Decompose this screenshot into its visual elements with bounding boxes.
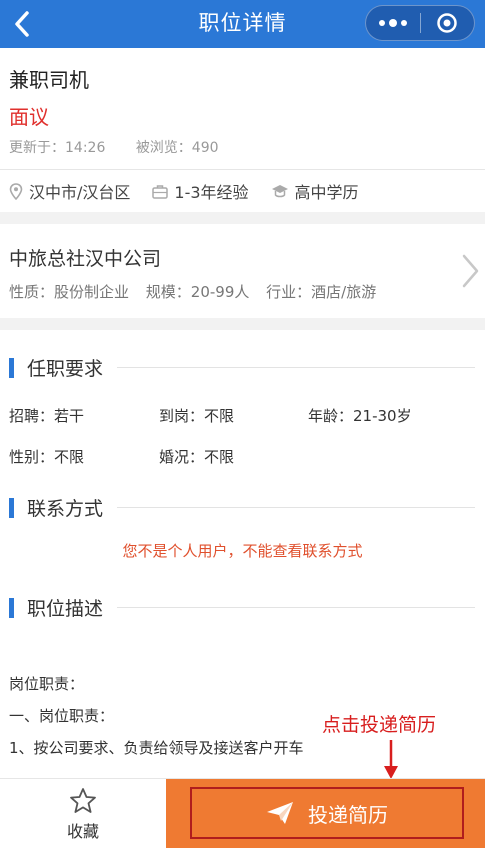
apply-resume-button[interactable]: 投递简历: [166, 779, 485, 848]
job-summary-card: 兼职司机 面议 更新于：14:26 被浏览：490 汉中市/汉台区 1-3年经验: [0, 48, 485, 212]
description-line: 岗位职责：: [9, 675, 85, 693]
company-card[interactable]: 中旅总社汉中公司 性质：股份制企业 规模：20-99人 行业：酒店/旅游: [0, 224, 485, 318]
company-industry: 行业：酒店/旅游: [266, 283, 377, 301]
location-text: 汉中市/汉台区: [29, 183, 131, 202]
annotation-arrow-icon: [384, 740, 398, 779]
heading-line: [117, 367, 475, 368]
gender-requirement: 性别：不限: [9, 448, 85, 466]
heading-accent-bar: [9, 597, 14, 618]
top-nav-bar: 职位详情: [0, 0, 485, 48]
description-heading: 职位描述: [9, 594, 475, 621]
graduation-cap-icon: [271, 185, 288, 198]
chevron-right-icon: [462, 254, 479, 288]
favorite-label: 收藏: [66, 821, 99, 841]
view-count: 被浏览：490: [135, 140, 219, 156]
contact-heading-text: 联系方式: [27, 498, 104, 520]
age-range: 年龄：21-30岁: [308, 407, 412, 425]
heading-line: [117, 607, 475, 608]
contact-heading: 联系方式: [9, 494, 475, 521]
description-heading-text: 职位描述: [27, 598, 104, 620]
bottom-action-bar: 收藏 投递简历: [0, 778, 485, 848]
briefcase-icon: [152, 184, 169, 199]
job-title: 兼职司机: [9, 68, 89, 92]
heading-line: [117, 507, 475, 508]
job-meta: 更新于：14:26 被浏览：490: [9, 137, 245, 157]
mini-program-capsule: [365, 5, 475, 41]
target-circle-icon: [437, 13, 457, 33]
updated-time: 更新于：14:26: [9, 140, 106, 156]
more-button[interactable]: [366, 6, 420, 40]
description-line: 1、按公司要求、负责给领导及接送客户开车: [9, 739, 304, 757]
location-tag: 汉中市/汉台区: [9, 179, 130, 203]
arrival-time: 到岗：不限: [159, 407, 235, 425]
close-button[interactable]: [421, 6, 475, 40]
job-tags: 汉中市/汉台区 1-3年经验 高中学历: [9, 179, 381, 203]
contact-notice: 您不是个人用户，不能查看联系方式: [122, 542, 363, 560]
company-info: 性质：股份制企业 规模：20-99人 行业：酒店/旅游: [9, 281, 388, 302]
requirements-heading: 任职要求: [9, 354, 475, 381]
more-dots-icon: [378, 18, 407, 27]
education-tag: 高中学历: [271, 179, 359, 203]
heading-accent-bar: [9, 497, 14, 518]
company-name: 中旅总社汉中公司: [9, 248, 162, 270]
paper-plane-icon: [267, 802, 293, 824]
experience-text: 1-3年经验: [174, 183, 249, 202]
company-scale: 规模：20-99人: [145, 283, 250, 301]
apply-highlight-frame: 投递简历: [190, 787, 464, 839]
education-text: 高中学历: [294, 183, 359, 202]
company-nature: 性质：股份制企业: [9, 283, 130, 301]
apply-label: 投递简历: [308, 802, 388, 827]
requirements-heading-text: 任职要求: [27, 358, 104, 380]
marital-requirement: 婚况：不限: [159, 448, 235, 466]
favorite-button[interactable]: 收藏: [0, 779, 166, 848]
experience-tag: 1-3年经验: [152, 179, 249, 203]
recruit-count: 招聘：若干: [9, 407, 85, 425]
star-icon: [70, 787, 96, 813]
location-pin-icon: [9, 182, 23, 200]
heading-accent-bar: [9, 357, 14, 378]
job-salary: 面议: [9, 105, 49, 129]
annotation-text: 点击投递简历: [322, 714, 437, 736]
description-line: 一、岗位职责：: [9, 707, 115, 725]
divider: [0, 169, 485, 170]
